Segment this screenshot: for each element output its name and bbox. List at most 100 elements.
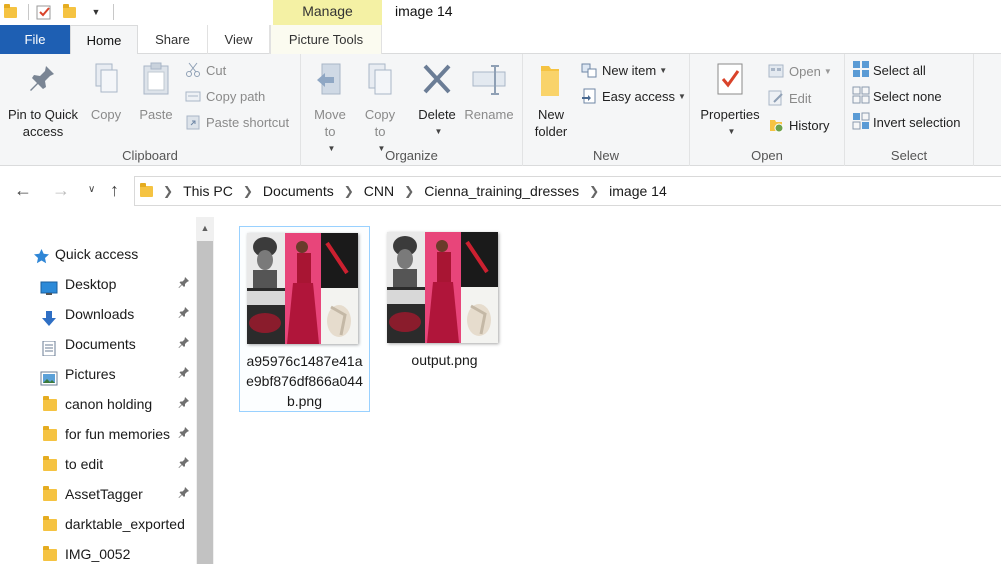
properties-button[interactable]: Properties ▼ [696,62,764,140]
scissors-icon [185,62,201,78]
tab-share[interactable]: Share [138,25,208,54]
pin-icon[interactable] [178,479,190,509]
open-icon [768,63,784,79]
back-arrow-icon[interactable]: ← [14,180,32,201]
tab-file[interactable]: File [0,25,70,54]
edit-button[interactable]: Edit [768,88,811,110]
tab-home[interactable]: Home [70,25,138,55]
new-item-button[interactable]: New item ▼ [581,60,667,82]
rename-icon [472,65,506,95]
pin-icon[interactable] [178,419,190,449]
quick-access-item-label: Downloads [65,306,135,322]
pin-icon[interactable] [178,329,190,359]
tab-picture-tools[interactable]: Picture Tools [270,25,382,54]
invert-selection-button[interactable]: Invert selection [852,112,960,134]
select-all-button[interactable]: Select all [852,60,926,82]
history-button[interactable]: History [768,115,829,137]
edit-label: Edit [789,91,812,106]
easy-access-button[interactable]: Easy access ▼ [581,86,686,108]
select-none-icon [852,86,870,104]
properties-label: Properties ▼ [700,107,760,136]
new-item-icon [581,62,597,78]
new-folder-icon [541,66,559,96]
paste-icon [143,62,169,95]
breadcrumb-item[interactable]: image 14 [609,177,667,205]
navigation-pane: Quick access Desktop Downloads Documents Pi… [0,217,215,564]
delete-button[interactable]: Delete ▼ [413,62,461,140]
organize-group-label: Organize [385,148,438,163]
pin-icon[interactable] [178,449,190,479]
forward-arrow-icon[interactable]: → [52,180,70,201]
pin-icon[interactable] [178,389,190,419]
file-item[interactable]: a95976c1487e41ae9bf876df866a044b.png [239,226,370,412]
copy-path-button[interactable]: Copy path [185,86,265,108]
select-all-icon [852,60,869,77]
quick-access-item[interactable]: Downloads [0,299,196,329]
copy-to-button[interactable]: Copy to ▼ [359,62,401,157]
open-button[interactable]: Open ▼ [768,61,832,83]
quick-access-item[interactable]: to edit [0,449,196,479]
quick-access-item[interactable]: Desktop [0,269,196,299]
copy-button[interactable]: Copy [84,62,128,123]
properties-icon [717,63,743,95]
scroll-thumb[interactable] [197,241,213,564]
breadcrumb-item[interactable]: This PC [183,177,233,205]
delete-label: Delete ▼ [418,107,456,136]
tab-view[interactable]: View [208,25,270,54]
new-group-label: New [592,148,619,163]
breadcrumb-item[interactable]: Documents [263,177,334,205]
breadcrumb: ❯ This PC ❯ Documents ❯ CNN ❯ Cienna_tra… [139,177,667,205]
recent-locations-chevron-icon[interactable]: ∨ [88,184,95,195]
file-item[interactable]: output.png [380,226,511,412]
rename-button[interactable]: Rename [463,62,515,123]
quick-access-item[interactable]: IMG_0052 [0,539,196,569]
breadcrumb-item[interactable]: CNN [364,177,394,205]
select-none-button[interactable]: Select none [852,86,942,108]
pin-icon[interactable] [178,359,190,389]
quick-access-item[interactable]: Documents [0,329,196,359]
quick-access-item[interactable]: Quick access [0,239,196,269]
open-group: Properties ▼ Open ▼ Edit History Open [690,54,845,166]
open-label: Open [789,64,821,79]
folder-icon [40,516,57,531]
history-label: History [789,118,830,133]
quick-access-item[interactable]: for fun memories [0,419,196,449]
pin-icon[interactable] [178,299,190,329]
breadcrumb-separator-icon: ❯ [163,184,174,198]
star-icon [33,245,50,264]
folder-icon [40,546,57,561]
tab-manage[interactable]: Manage [273,0,382,25]
scroll-up-arrow-icon[interactable]: ▲ [196,217,214,239]
quick-access-item[interactable]: darktable_exported [0,509,196,539]
clipboard-group-label: Clipboard [122,148,178,163]
move-to-button[interactable]: Move to ▼ [309,62,351,157]
folder-icon [40,456,57,471]
new-folder-icon[interactable] [61,3,79,21]
up-arrow-icon[interactable]: ↑ [110,180,119,201]
customize-toolbar-icon[interactable]: ▼ [87,3,105,21]
documents-icon [40,336,57,357]
folder-icon [40,426,57,441]
open-group-label: Open [751,148,783,163]
quick-access-item[interactable]: canon holding [0,389,196,419]
paste-button[interactable]: Paste [134,62,178,123]
pin-to-quick-access-button[interactable]: Pin to Quick access [4,62,82,140]
new-folder-label: New folder [534,107,568,139]
breadcrumb-separator-icon: ❯ [404,184,415,198]
quick-access-item-label: Pictures [65,366,116,382]
navigation-scrollbar[interactable]: ▲ [196,217,214,564]
new-folder-button[interactable]: New folder [529,62,573,140]
quick-access-item-label: IMG_0052 [65,546,131,562]
properties-check-icon[interactable] [35,3,53,21]
pin-icon [30,66,54,91]
breadcrumb-item[interactable]: Cienna_training_dresses [424,177,579,205]
select-none-label: Select none [873,89,942,104]
cut-button[interactable]: Cut [185,60,226,82]
quick-access-item[interactable]: Pictures [0,359,196,389]
address-bar[interactable]: ❯ This PC ❯ Documents ❯ CNN ❯ Cienna_tra… [134,176,1001,206]
pin-icon[interactable] [178,269,190,299]
breadcrumb-separator-icon: ❯ [589,184,600,198]
paste-shortcut-button[interactable]: Paste shortcut [185,112,289,134]
quick-access-item[interactable]: AssetTagger [0,479,196,509]
history-icon [768,117,784,133]
